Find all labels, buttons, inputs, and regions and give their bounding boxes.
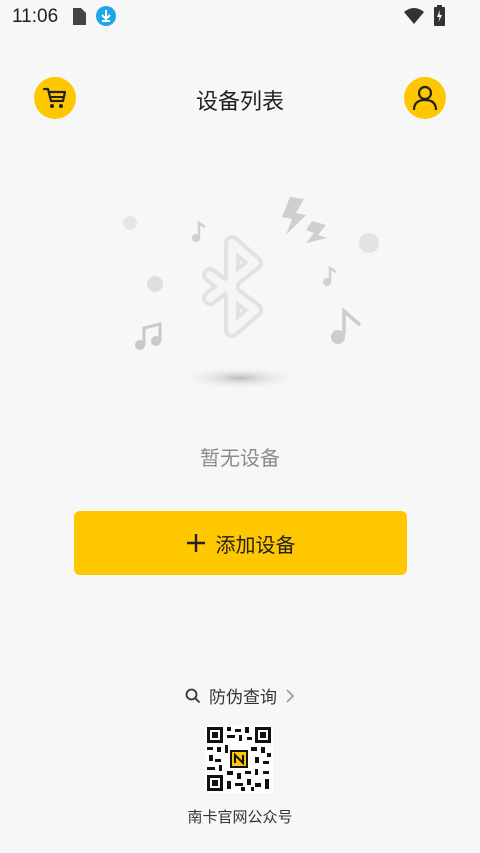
empty-illustration — [123, 197, 379, 390]
add-device-label: 添加设备 — [215, 532, 296, 557]
add-device-button[interactable]: 添加设备 — [74, 511, 407, 575]
decor-dot — [359, 233, 379, 253]
bluetooth-icon — [202, 235, 263, 338]
decor-dot — [123, 216, 137, 230]
music-note-icon — [331, 307, 362, 344]
shadow — [178, 366, 302, 390]
qr-caption: 南卡官网公众号 — [187, 808, 293, 826]
qr-code-image — [205, 725, 273, 793]
status-time: 11:06 — [12, 6, 59, 27]
chevron-right-icon — [286, 688, 295, 703]
decor-dot — [147, 276, 163, 292]
music-note-icon — [323, 265, 337, 286]
status-bar: 11:06 — [0, 0, 480, 34]
music-note-icon — [135, 322, 162, 350]
battery-charging-icon — [434, 5, 445, 26]
music-note-icon — [192, 220, 206, 242]
anti-counterfeit-label: 防伪查询 — [209, 688, 277, 708]
profile-button[interactable] — [404, 77, 446, 119]
download-notification-icon — [96, 6, 116, 26]
anti-counterfeit-link[interactable]: 防伪查询 — [0, 683, 480, 708]
wifi-icon — [404, 8, 424, 24]
user-icon — [412, 85, 438, 111]
lightning-icon — [282, 197, 327, 243]
sim-card-icon — [73, 8, 86, 25]
empty-state-text: 暂无设备 — [200, 446, 280, 470]
search-icon — [185, 688, 201, 703]
plus-icon — [186, 534, 205, 552]
